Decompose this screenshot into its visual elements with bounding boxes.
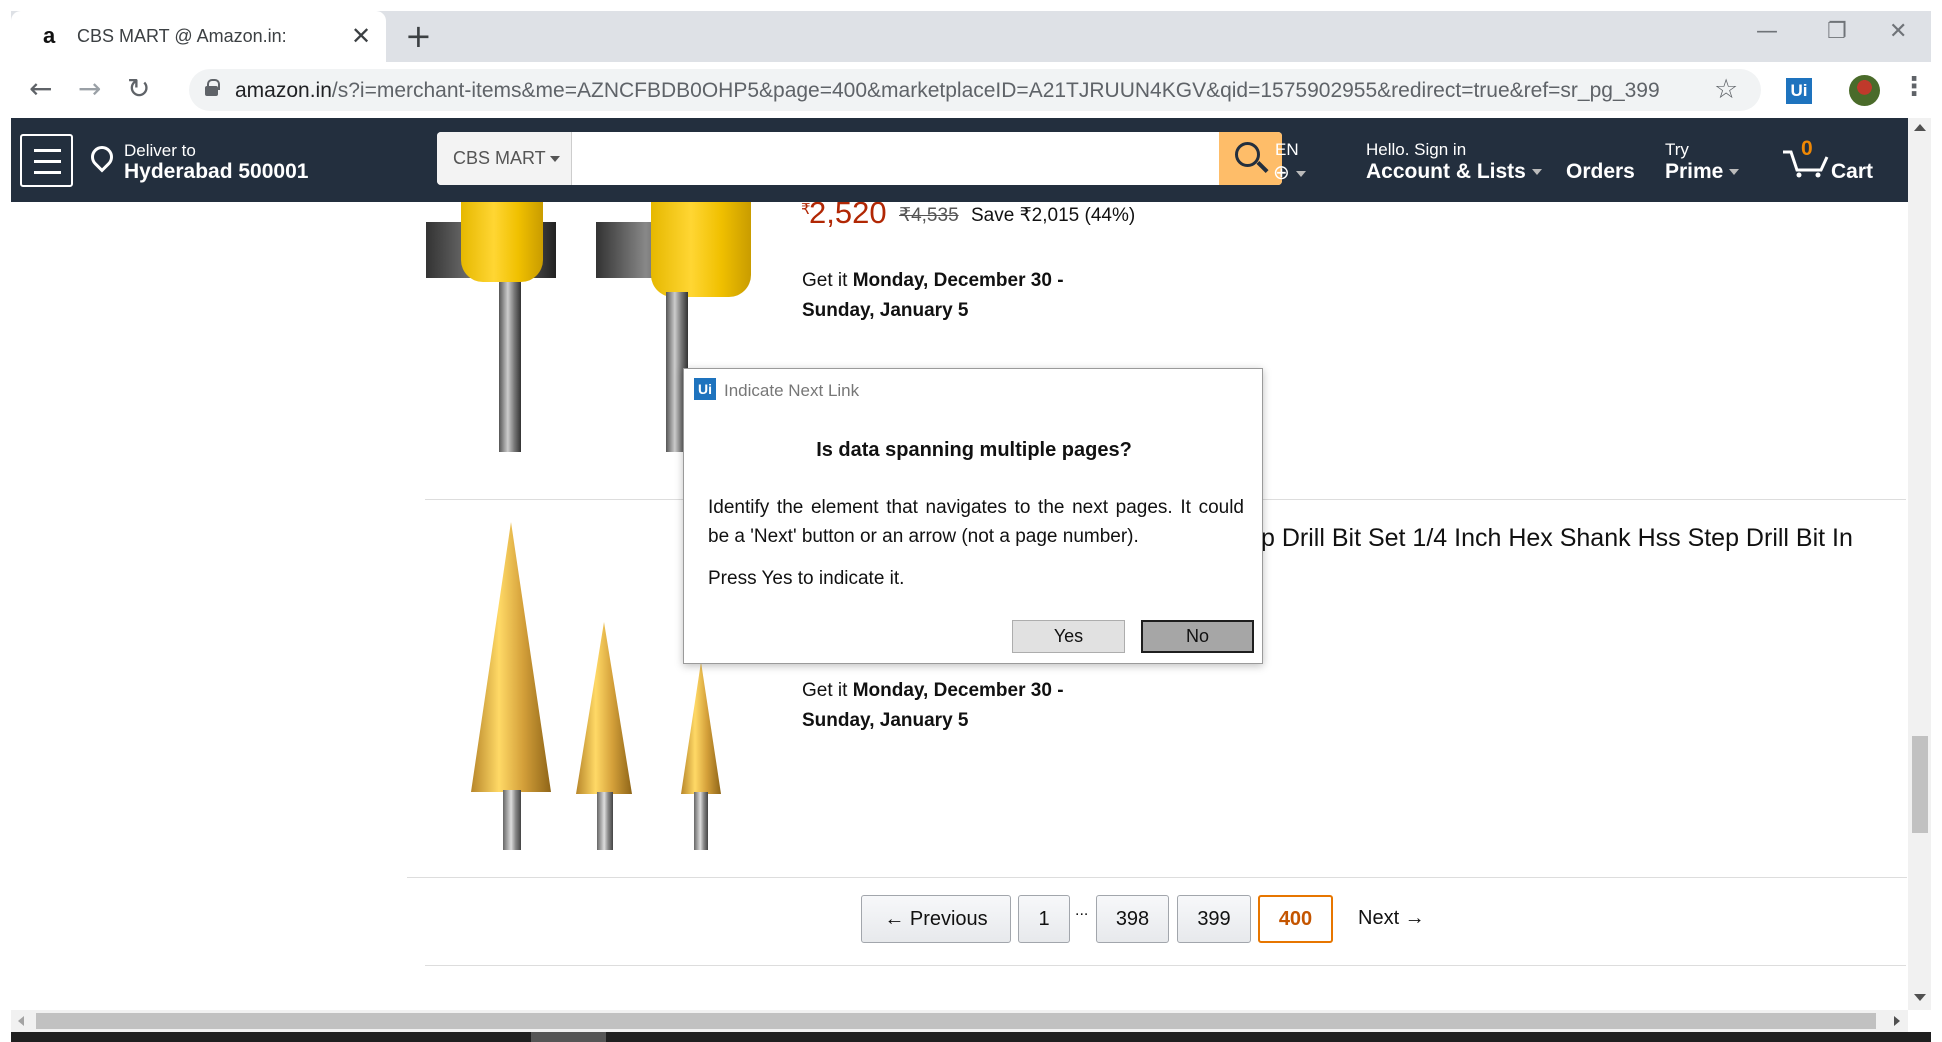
amazon-header: Deliver to Hyderabad 500001 CBS MART EN …: [11, 118, 1908, 202]
amazon-favicon-icon: a: [43, 23, 56, 48]
orders-link[interactable]: Orders: [1566, 160, 1635, 184]
hello-sign-in[interactable]: Hello. Sign in: [1366, 140, 1466, 160]
next-page-link[interactable]: Next →: [1358, 907, 1425, 930]
tab-title: CBS MART @ Amazon.in:: [77, 26, 287, 46]
deliver-location[interactable]: Hyderabad 500001: [124, 160, 308, 184]
restore-icon[interactable]: ❐: [1827, 19, 1847, 44]
url-host: amazon.in: [235, 79, 332, 102]
horizontal-scroll-thumb[interactable]: [36, 1013, 1876, 1029]
tab-close-icon[interactable]: ✕: [351, 22, 371, 50]
account-lists-menu[interactable]: Account & Lists: [1366, 160, 1542, 184]
search-scope-dropdown[interactable]: CBS MART: [437, 132, 572, 185]
page-399-button[interactable]: 399: [1177, 895, 1251, 943]
dialog-instruction: Press Yes to indicate it.: [708, 568, 905, 589]
product-price[interactable]: 2,520: [809, 202, 887, 231]
result-divider: [425, 965, 1906, 966]
hamburger-menu-icon[interactable]: [20, 134, 73, 187]
cart-label[interactable]: Cart: [1831, 160, 1873, 184]
delivery-estimate: Get it Monday, December 30 - Sunday, Jan…: [802, 266, 1064, 326]
chevron-down-icon: [1531, 169, 1542, 176]
vertical-scroll-thumb[interactable]: [1912, 736, 1928, 833]
search-scope-label: CBS MART: [453, 148, 546, 168]
browser-tab[interactable]: a CBS MART @ Amazon.in: ✕: [11, 11, 386, 62]
product-title-link[interactable]: p Drill Bit Set 1/4 Inch Hex Shank Hss S…: [1261, 524, 1853, 553]
uipath-logo-icon: Ui: [694, 378, 716, 400]
indicate-next-link-dialog: Ui Indicate Next Link Is data spanning m…: [683, 368, 1263, 664]
cart-count[interactable]: 0: [1801, 137, 1813, 161]
chrome-menu-icon[interactable]: ⋮: [1901, 72, 1927, 102]
chevron-down-icon: [1295, 170, 1306, 177]
pagination-ellipsis: ...: [1075, 902, 1089, 919]
try-label[interactable]: Try: [1665, 140, 1689, 160]
bookmark-star-icon[interactable]: ☆: [1714, 74, 1738, 105]
page-398-button[interactable]: 398: [1096, 895, 1169, 943]
browser-window: a CBS MART @ Amazon.in: ✕ + — ❐ ✕ ← → ↻ …: [0, 0, 1942, 1042]
delivery-dates-end: Sunday, January 5: [802, 300, 969, 321]
url-path: /s?i=merchant-items&me=AZNCFBDB0OHP5&pag…: [331, 79, 1660, 102]
minimize-icon[interactable]: —: [1756, 19, 1778, 44]
url-text[interactable]: amazon.in/s?i=merchant-items&me=AZNCFBDB…: [235, 79, 1660, 103]
back-icon[interactable]: ←: [29, 72, 52, 105]
browser-toolbar: ← → ↻ amazon.in/s?i=merchant-items&me=AZ…: [11, 62, 1931, 118]
delivery-dates: Monday, December 30 -: [852, 270, 1064, 291]
search-bar: CBS MART: [437, 132, 1282, 185]
chevron-down-icon: [1729, 169, 1740, 176]
globe-icon[interactable]: ⊕: [1273, 160, 1306, 185]
delivery-prefix: Get it: [802, 270, 853, 291]
taskbar-strip: [11, 1032, 1931, 1042]
delivery-dates-end: Sunday, January 5: [802, 710, 969, 731]
scroll-left-arrow-icon[interactable]: [18, 1016, 24, 1026]
chevron-down-icon: [549, 156, 560, 163]
address-bar[interactable]: amazon.in/s?i=merchant-items&me=AZNCFBDB…: [189, 69, 1761, 111]
dialog-body: Identify the element that navigates to t…: [708, 497, 1244, 547]
window-close-icon[interactable]: ✕: [1889, 19, 1907, 44]
tab-strip: a CBS MART @ Amazon.in: ✕ + — ❐ ✕: [11, 11, 1931, 62]
search-input[interactable]: [573, 132, 1219, 185]
prime-menu[interactable]: Prime: [1665, 160, 1740, 184]
language-label[interactable]: EN: [1275, 140, 1299, 160]
result-divider: [407, 877, 1907, 878]
uipath-extension-icon[interactable]: Ui: [1786, 78, 1812, 104]
profile-avatar[interactable]: [1849, 75, 1880, 106]
previous-page-button[interactable]: ← Previous: [861, 895, 1011, 943]
page-1-button[interactable]: 1: [1018, 895, 1070, 943]
savings-text: Save ₹2,015 (44%): [971, 205, 1136, 226]
current-page-400[interactable]: 400: [1258, 895, 1333, 943]
no-button[interactable]: No: [1141, 620, 1254, 653]
forward-icon[interactable]: →: [78, 72, 101, 105]
yes-button[interactable]: Yes: [1012, 620, 1125, 653]
scroll-down-arrow-icon[interactable]: [1914, 994, 1926, 1001]
account-lists-label: Account & Lists: [1366, 160, 1526, 183]
globe-glyph: ⊕: [1273, 162, 1290, 184]
new-tab-icon[interactable]: +: [405, 17, 432, 55]
list-price: ₹4,535: [899, 205, 959, 226]
scroll-right-arrow-icon[interactable]: [1894, 1016, 1900, 1026]
dialog-title: Indicate Next Link: [724, 381, 860, 400]
reload-icon[interactable]: ↻: [127, 72, 150, 105]
delivery-prefix: Get it: [802, 680, 853, 701]
horizontal-scrollbar[interactable]: [11, 1010, 1908, 1032]
location-pin-icon[interactable]: [86, 141, 118, 173]
deliver-to-label[interactable]: Deliver to: [124, 141, 196, 161]
lock-icon: [205, 79, 220, 96]
delivery-dates: Monday, December 30 -: [852, 680, 1064, 701]
scroll-up-arrow-icon[interactable]: [1914, 124, 1926, 131]
delivery-estimate: Get it Monday, December 30 - Sunday, Jan…: [802, 676, 1064, 736]
dialog-question: Is data spanning multiple pages?: [816, 439, 1132, 461]
vertical-scrollbar[interactable]: [1908, 118, 1931, 1010]
prime-label: Prime: [1665, 160, 1724, 183]
